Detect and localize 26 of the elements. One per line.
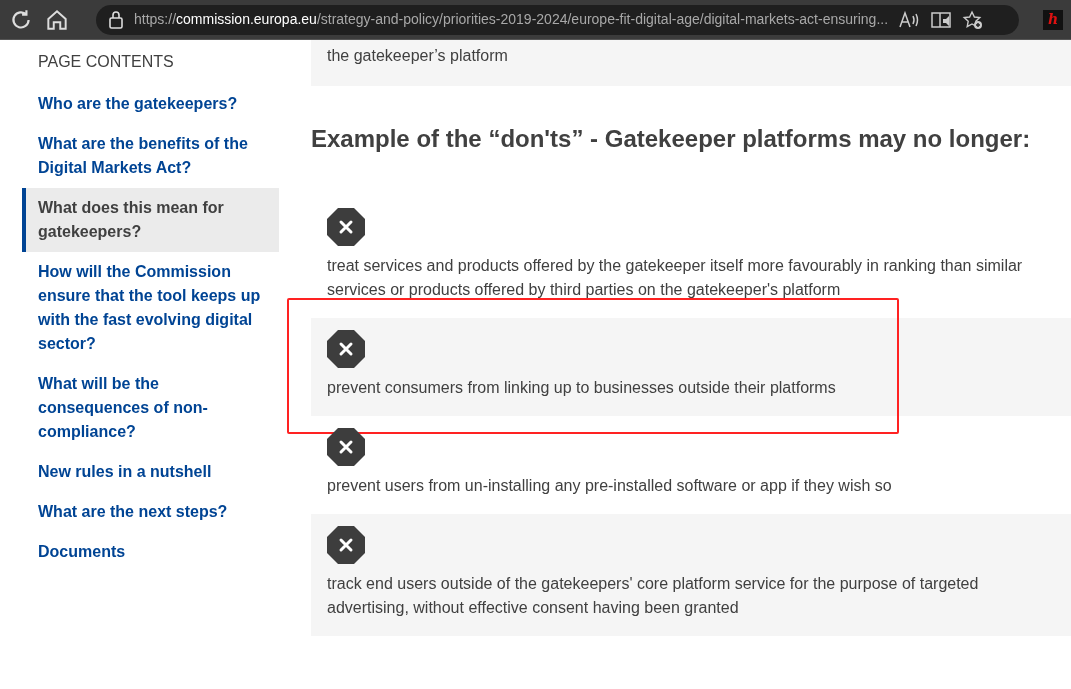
page-contents-link[interactable]: What are the benefits of the Digital Markets Act? xyxy=(22,124,279,188)
dont-text: treat services and products offered by the gatekeeper itself more favourably in ranking than similar services or products offered by third parties on the gatekeeper's platform xyxy=(327,256,1024,300)
page-contents-link[interactable]: What are the next steps? xyxy=(22,492,279,532)
page-contents-link[interactable]: How will the Commission ensure that the tool keeps up with the fast evolving digital sector? xyxy=(22,252,279,364)
page-contents-link[interactable]: Documents xyxy=(22,532,279,572)
page-contents-link[interactable]: What will be the consequences of non-compliance? xyxy=(22,364,279,452)
cross-icon xyxy=(327,330,365,368)
address-bar[interactable]: https://commission.europa.eu/strategy-and-policy/priorities-2019-2024/europe-fit-digital-age/digital-markets-act-ensuring... xyxy=(96,4,1019,35)
add-favorite-icon[interactable] xyxy=(962,9,985,30)
cross-icon xyxy=(327,526,365,564)
read-aloud-icon[interactable] xyxy=(898,9,921,30)
url-text[interactable]: https://commission.europa.eu/strategy-and-policy/priorities-2019-2024/europe-fit-digital-age/digital-markets-act-ensuring... xyxy=(134,9,889,30)
lock-icon[interactable] xyxy=(108,10,124,29)
dont-text: track end users outside of the gatekeepers' core platform service for the purpose of targeted advertising, without effective consent having been granted xyxy=(327,574,980,618)
reader-view-icon[interactable] xyxy=(930,9,953,30)
cross-icon xyxy=(327,428,365,466)
sidebar-title: PAGE CONTENTS xyxy=(37,52,175,72)
dont-text: prevent consumers from linking up to businesses outside their platforms xyxy=(327,378,837,398)
extension-icon[interactable]: h xyxy=(1043,9,1063,30)
page-contents-link[interactable]: New rules in a nutshell xyxy=(22,452,279,492)
content-text: the gatekeeper’s platform xyxy=(311,40,1071,86)
dont-text: prevent users from un-installing any pre-installed software or app if they wish so xyxy=(327,476,893,496)
page-contents-link[interactable]: Who are the gatekeepers? xyxy=(22,84,279,124)
cross-icon xyxy=(327,208,365,246)
page-contents-link[interactable]: What does this mean for gatekeepers? xyxy=(22,188,279,252)
section-heading: Example of the “don'ts” - Gatekeeper platforms may no longer: xyxy=(311,124,1032,154)
